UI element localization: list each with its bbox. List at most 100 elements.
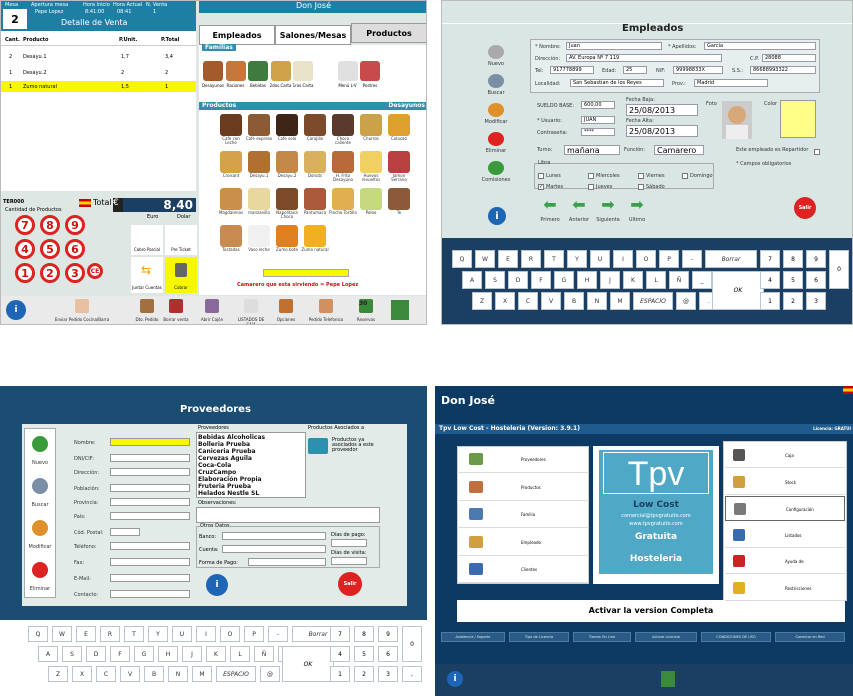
- numpad-key[interactable]: 4: [15, 239, 35, 259]
- numpad-key[interactable]: 6: [378, 646, 398, 662]
- key-@[interactable]: @: [260, 666, 280, 682]
- nav-primero-button[interactable]: Primero: [536, 217, 564, 223]
- numpad-key[interactable]: 3: [806, 292, 826, 310]
- key-l[interactable]: L: [646, 271, 666, 289]
- exit-door-icon[interactable]: [661, 671, 675, 687]
- repartidor-checkbox[interactable]: [814, 149, 820, 155]
- key-c[interactable]: C: [518, 292, 538, 310]
- key-@[interactable]: @: [676, 292, 696, 310]
- usuario-field[interactable]: JUAN: [581, 116, 615, 124]
- footer-button[interactable]: Tipo de Licencia: [509, 632, 569, 642]
- field-input[interactable]: [110, 528, 140, 536]
- familia-item-icon[interactable]: [360, 61, 380, 81]
- salir-button[interactable]: Salir: [338, 572, 362, 596]
- nav-ultimo-button[interactable]: Ultimo: [623, 217, 651, 223]
- info-icon[interactable]: i: [6, 300, 26, 320]
- search-input[interactable]: [263, 269, 349, 277]
- menu-item-listados[interactable]: Listados: [725, 523, 845, 548]
- tab-empleados[interactable]: Empleados: [199, 25, 275, 45]
- key-v[interactable]: V: [541, 292, 561, 310]
- side-button-buscar[interactable]: Buscar: [24, 502, 56, 508]
- numpad-key[interactable]: 8: [40, 215, 60, 235]
- familia-item-icon[interactable]: [225, 61, 246, 81]
- key--[interactable]: -: [268, 626, 288, 642]
- list-item[interactable]: Bolleria Prueba: [198, 441, 250, 448]
- field-input[interactable]: [110, 574, 190, 582]
- fbaja-field[interactable]: 25/08/2013: [626, 104, 698, 116]
- product-item-icon[interactable]: [332, 151, 354, 173]
- numpad-key[interactable]: 4: [330, 646, 350, 662]
- numpad-key[interactable]: 1: [330, 666, 350, 682]
- footer-button[interactable]: Activar Licencia: [635, 632, 697, 642]
- tab-salones[interactable]: Salones/Mesas: [275, 25, 351, 45]
- product-item-icon[interactable]: [332, 188, 354, 210]
- day-checkbox[interactable]: ✓: [538, 184, 544, 190]
- product-item-icon[interactable]: [360, 151, 382, 173]
- key-k[interactable]: K: [206, 646, 226, 662]
- familia-item-icon[interactable]: [248, 61, 268, 81]
- menu-item-stock[interactable]: Stock: [725, 470, 845, 495]
- key-d[interactable]: D: [86, 646, 106, 662]
- side-button-eliminar[interactable]: Eliminar: [24, 586, 56, 592]
- footer-button[interactable]: CONDICIONES DE USO: [701, 632, 771, 642]
- product-item-icon[interactable]: [248, 225, 270, 247]
- key-o[interactable]: O: [636, 250, 656, 268]
- key-i[interactable]: I: [196, 626, 216, 642]
- tel-field[interactable]: 917778899: [550, 66, 594, 74]
- product-item-icon[interactable]: [304, 188, 326, 210]
- side-button-nuevo[interactable]: Nuevo: [478, 61, 514, 67]
- list-item[interactable]: Fruteria Prueba: [198, 483, 251, 490]
- flag-icon[interactable]: [843, 386, 853, 394]
- key-espacio[interactable]: ESPACIO: [633, 292, 673, 310]
- falta-field[interactable]: 25/08/2013: [626, 125, 698, 137]
- footer-button[interactable]: Tienda On Line: [573, 632, 631, 642]
- key-v[interactable]: V: [120, 666, 140, 682]
- field-input[interactable]: [110, 512, 190, 520]
- numpad-key[interactable]: 5: [40, 239, 60, 259]
- key-r[interactable]: R: [521, 250, 541, 268]
- day-checkbox[interactable]: [638, 184, 644, 190]
- side-button-modificar[interactable]: Modificar: [24, 544, 56, 550]
- key-x[interactable]: X: [495, 292, 515, 310]
- list-item[interactable]: CruzCampo: [198, 469, 236, 476]
- table-row[interactable]: 1 Desayu.2 2 2: [1, 67, 196, 78]
- toolbar-label[interactable]: LISTADOS DE CAJA: [233, 317, 269, 324]
- numpad-key[interactable]: 5: [354, 646, 374, 662]
- pre-ticket-button[interactable]: Pre Ticket: [165, 225, 197, 255]
- sueldo-field[interactable]: 600,00: [581, 101, 615, 109]
- numpad-key[interactable]: 7: [330, 626, 350, 642]
- apellidos-field[interactable]: Garcia: [704, 42, 816, 50]
- field-input[interactable]: [110, 468, 190, 476]
- observaciones-input[interactable]: [196, 507, 380, 523]
- list-item[interactable]: Cervezas Aguila: [198, 455, 252, 462]
- numpad-key[interactable]: 9: [65, 215, 85, 235]
- numpad-key[interactable]: 7: [15, 215, 35, 235]
- day-checkbox[interactable]: [588, 184, 594, 190]
- key-m[interactable]: M: [192, 666, 212, 682]
- key--[interactable]: -: [682, 250, 702, 268]
- clear-button[interactable]: CE: [87, 263, 103, 279]
- numpad-key-0[interactable]: 0: [829, 250, 849, 289]
- side-button-modificar[interactable]: Modificar: [478, 119, 514, 125]
- menu-item-restricciones[interactable]: Restricciones: [725, 576, 845, 601]
- product-item-icon[interactable]: [276, 188, 298, 210]
- product-item-icon[interactable]: [220, 188, 242, 210]
- key-f[interactable]: F: [110, 646, 130, 662]
- numpad-key[interactable]: 2: [354, 666, 374, 682]
- key-e[interactable]: E: [498, 250, 518, 268]
- numpad-key[interactable]: 8: [354, 626, 374, 642]
- numpad-key-0[interactable]: 0: [402, 626, 422, 662]
- key-espacio[interactable]: ESPACIO: [216, 666, 256, 682]
- field-input[interactable]: [110, 558, 190, 566]
- key-z[interactable]: Z: [48, 666, 68, 682]
- forma-pago-input[interactable]: [248, 558, 326, 566]
- key-g[interactable]: G: [134, 646, 154, 662]
- product-item-icon[interactable]: [276, 114, 298, 136]
- info-icon[interactable]: i: [488, 207, 506, 225]
- product-item-icon[interactable]: [276, 225, 298, 247]
- list-item[interactable]: Helados Nestle SL: [198, 490, 259, 497]
- turno-field[interactable]: mañana: [564, 145, 620, 155]
- menu-item-empleado[interactable]: Empleado: [457, 529, 589, 556]
- table-row-selected[interactable]: 1 Zumo natural 1,5 1: [1, 81, 196, 92]
- key-j[interactable]: J: [600, 271, 620, 289]
